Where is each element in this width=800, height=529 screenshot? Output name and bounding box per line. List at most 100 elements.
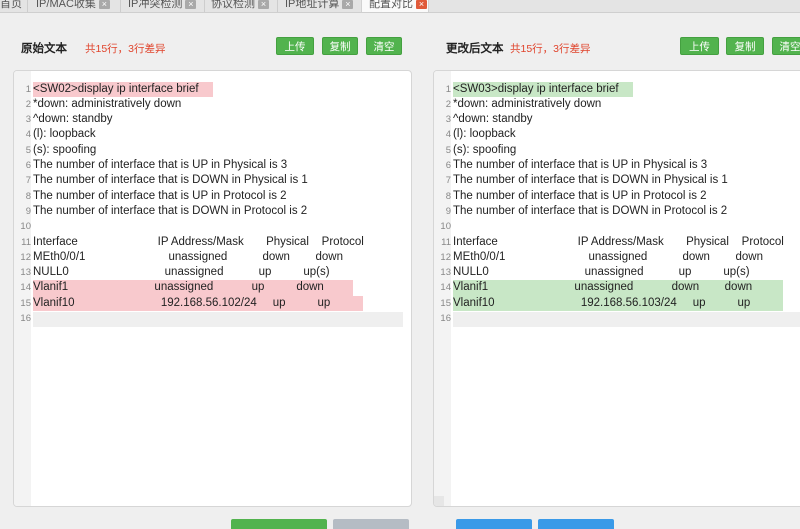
line-text: *down: administratively down xyxy=(33,97,182,110)
code-line[interactable]: 1 <SW03>display ip interface brief xyxy=(434,81,800,97)
tab-label: 首页 xyxy=(0,0,22,10)
code-line[interactable]: 1 <SW02>display ip interface brief xyxy=(14,81,411,97)
code-line[interactable]: 3 ^down: standby xyxy=(434,112,800,127)
line-number: 13 xyxy=(20,267,31,279)
tab-home[interactable]: 首页 xyxy=(0,0,22,12)
line-text: (s): spoofing xyxy=(453,143,517,156)
line-number: 12 xyxy=(440,251,451,263)
tab-ip-mac-collect[interactable]: IP/MAC收集 × xyxy=(36,0,116,12)
code-line[interactable]: 4 (l): loopback xyxy=(434,127,800,142)
code-line[interactable]: 16 xyxy=(434,311,800,327)
close-icon[interactable]: × xyxy=(98,0,110,9)
line-text: Interface IP Address/Mask Physical Proto… xyxy=(453,235,784,248)
line-number: 7 xyxy=(25,175,31,187)
code-line[interactable]: 6 The number of interface that is UP in P… xyxy=(14,158,411,173)
line-number: 14 xyxy=(20,282,31,294)
line-text: <SW03>display ip interface brief xyxy=(453,81,633,97)
copy-button[interactable]: 复制 xyxy=(726,37,764,55)
code-line[interactable]: 11 Interface IP Address/Mask Physical Pro… xyxy=(434,235,800,250)
code-line[interactable]: 9 The number of interface that is DOWN in… xyxy=(14,204,411,219)
code-line[interactable]: 6 The number of interface that is UP in P… xyxy=(434,158,800,173)
line-number: 8 xyxy=(445,190,451,202)
code-line[interactable]: 4 (l): loopback xyxy=(14,127,411,142)
tab-label: IP/MAC收集 xyxy=(36,0,96,10)
line-text: MEth0/0/1 unassigned down down xyxy=(33,250,344,263)
line-number: 5 xyxy=(25,144,31,156)
action-button[interactable] xyxy=(456,519,532,529)
line-number: 6 xyxy=(25,160,31,171)
code-line[interactable]: 10 xyxy=(14,219,411,234)
code-line[interactable]: 8 The number of interface that is UP in P… xyxy=(434,189,800,204)
original-diff-stat: 共15行，3行差异 xyxy=(85,43,166,55)
code-line[interactable]: 12 MEth0/0/1 unassigned down down xyxy=(14,250,411,265)
code-line[interactable]: 7 The number of interface that is DOWN in… xyxy=(14,173,411,188)
line-text: MEth0/0/1 unassigned down down xyxy=(453,250,764,263)
tab-bar: 首页 IP/MAC收集 × IP冲突检测 × 协议检测 × IP地址计算 × 配置对比 × xyxy=(0,0,800,13)
close-icon[interactable]: × xyxy=(342,0,354,9)
upload-button[interactable]: 上传 xyxy=(680,37,719,55)
code-line[interactable]: 13 NULL0 unassigned up up(s) xyxy=(434,265,800,280)
code-line[interactable]: 9 The number of interface that is DOWN in… xyxy=(434,204,800,219)
line-number: 9 xyxy=(445,205,451,217)
tab-ip-conflict[interactable]: IP冲突检测 × xyxy=(128,0,208,12)
tab-divider xyxy=(120,0,121,12)
close-icon[interactable]: × xyxy=(185,0,197,9)
line-text: (l): loopback xyxy=(33,128,96,141)
code-line[interactable]: 15 Vlanif10 192.168.56.102/24 up up xyxy=(14,295,411,311)
code-line[interactable]: 2 *down: administratively down xyxy=(14,97,411,112)
clear-button[interactable]: 清空 xyxy=(772,37,800,55)
line-text: The number of interface that is UP in Ph… xyxy=(33,159,288,171)
line-text: ^down: standby xyxy=(33,113,113,126)
line-text: Interface IP Address/Mask Physical Proto… xyxy=(33,235,364,248)
original-text-editor[interactable]: 1 <SW02>display ip interface brief 2 *down:… xyxy=(13,70,412,507)
current-line-highlight xyxy=(33,312,403,327)
action-button[interactable] xyxy=(538,519,614,529)
code-line[interactable]: 5 (s): spoofing xyxy=(434,143,800,158)
copy-button[interactable]: 复制 xyxy=(322,37,358,55)
code-line[interactable]: 7 The number of interface that is DOWN in… xyxy=(434,173,800,188)
code-line[interactable]: 13 NULL0 unassigned up up(s) xyxy=(14,265,411,280)
code-line[interactable]: 14 Vlanif1 unassigned down down xyxy=(434,280,800,296)
line-text: *down: administratively down xyxy=(453,97,602,110)
line-number: 1 xyxy=(445,83,451,95)
line-text: <SW02>display ip interface brief xyxy=(33,81,213,97)
code-line[interactable]: 10 xyxy=(434,219,800,234)
code-line[interactable]: 12 MEth0/0/1 unassigned down down xyxy=(434,250,800,265)
line-text: The number of interface that is DOWN in … xyxy=(33,174,308,187)
tab-protocol-check[interactable]: 协议检测 × xyxy=(211,0,273,12)
line-number: 13 xyxy=(440,267,451,279)
line-text: The number of interface that is UP in Ph… xyxy=(453,159,708,171)
line-number: 1 xyxy=(25,83,31,95)
horizontal-scrollbar[interactable] xyxy=(434,496,444,506)
code-line[interactable]: 5 (s): spoofing xyxy=(14,143,411,158)
close-icon[interactable]: × xyxy=(416,0,427,9)
line-text: NULL0 unassigned up up(s) xyxy=(453,266,750,279)
code-line[interactable]: 15 Vlanif10 192.168.56.103/24 up up xyxy=(434,295,800,311)
tab-config-compare[interactable]: 配置对比 × xyxy=(361,0,429,12)
upload-button[interactable]: 上传 xyxy=(276,37,314,55)
tab-ip-calc[interactable]: IP地址计算 × xyxy=(285,0,359,12)
line-text: (s): spoofing xyxy=(33,143,97,156)
code-line[interactable]: 3 ^down: standby xyxy=(14,112,411,127)
line-number: 15 xyxy=(20,297,31,309)
modified-text-editor[interactable]: 1 <SW03>display ip interface brief 2 *down:… xyxy=(433,70,800,507)
code-line[interactable]: 2 *down: administratively down xyxy=(434,97,800,112)
line-text: The number of interface that is DOWN in … xyxy=(453,174,728,187)
line-text: Vlanif10 192.168.56.103/24 up up xyxy=(453,295,783,311)
code-line[interactable]: 16 xyxy=(14,311,411,327)
code-line[interactable]: 11 Interface IP Address/Mask Physical Pro… xyxy=(14,235,411,250)
tab-label: 协议检测 xyxy=(211,0,255,10)
line-number: 15 xyxy=(440,297,451,309)
compare-button[interactable] xyxy=(231,519,327,529)
current-line-highlight xyxy=(453,312,800,327)
line-text: The number of interface that is DOWN in … xyxy=(453,204,728,217)
line-number: 9 xyxy=(25,205,31,217)
close-icon[interactable]: × xyxy=(258,0,269,9)
reset-button[interactable] xyxy=(333,519,409,529)
tab-divider xyxy=(277,0,278,12)
code-line[interactable]: 8 The number of interface that is UP in P… xyxy=(14,189,411,204)
code-line[interactable]: 14 Vlanif1 unassigned up down xyxy=(14,280,411,296)
clear-button[interactable]: 清空 xyxy=(366,37,402,55)
tab-label: 配置对比 xyxy=(369,0,413,10)
line-number: 8 xyxy=(25,190,31,202)
